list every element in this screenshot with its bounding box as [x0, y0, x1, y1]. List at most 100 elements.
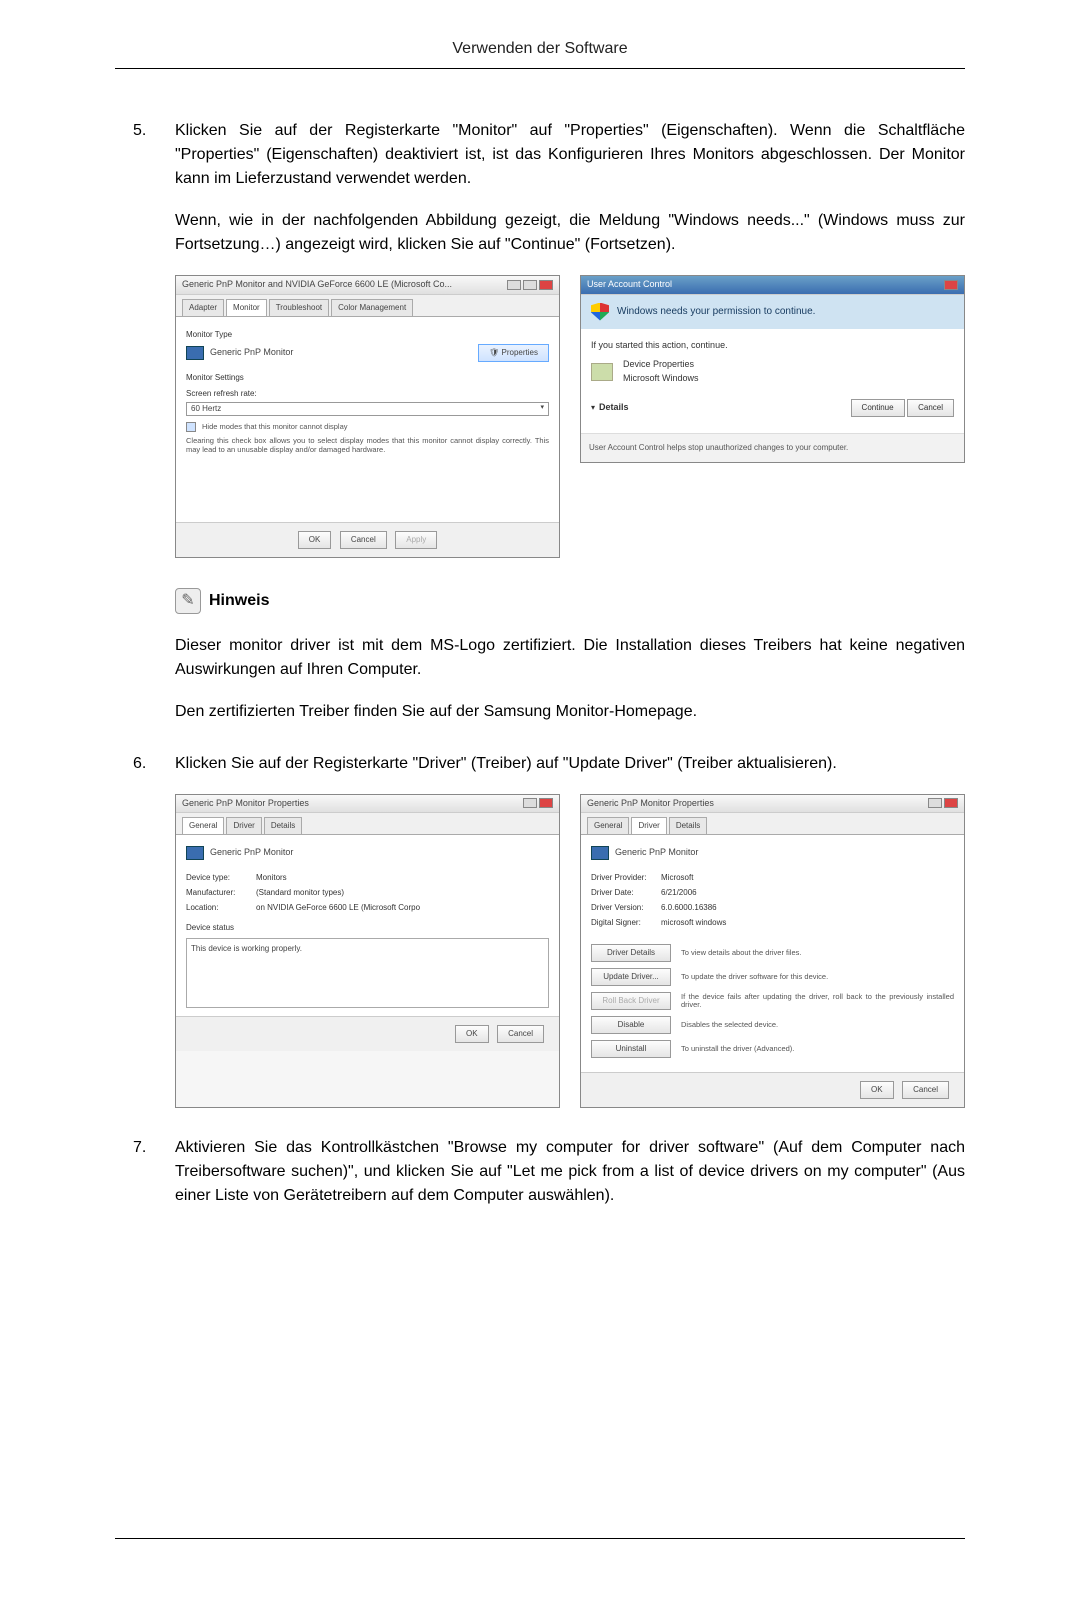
- page-header: Verwenden der Software: [115, 40, 965, 69]
- ok-button[interactable]: OK: [860, 1081, 894, 1099]
- step-5: 5. Klicken Sie auf der Registerkarte "Mo…: [175, 119, 965, 724]
- step-5-number: 5.: [133, 119, 146, 143]
- step-7-number: 7.: [133, 1136, 146, 1160]
- prop-driver-title: Generic PnP Monitor Properties: [587, 797, 714, 811]
- step-5-p1: Klicken Sie auf der Registerkarte "Monit…: [175, 119, 965, 191]
- device-name: Generic PnP Monitor: [210, 846, 293, 860]
- uninstall-button[interactable]: Uninstall: [591, 1040, 671, 1058]
- refresh-rate-select[interactable]: 60 Hertz▾: [186, 402, 549, 416]
- ok-button[interactable]: OK: [455, 1025, 489, 1043]
- ok-button[interactable]: OK: [298, 531, 332, 549]
- uac-footer: User Account Control helps stop unauthor…: [581, 433, 964, 462]
- chevron-down-icon[interactable]: ▾: [591, 402, 595, 414]
- close-icon[interactable]: [944, 798, 958, 808]
- tab-troubleshoot[interactable]: Troubleshoot: [269, 299, 329, 316]
- uac-title: User Account Control: [587, 278, 672, 292]
- close-icon[interactable]: [539, 798, 553, 808]
- properties-button[interactable]: 🛡 Properties: [478, 344, 549, 362]
- monitor-type-value: Generic PnP Monitor: [210, 346, 293, 360]
- tab-driver[interactable]: Driver: [631, 817, 666, 834]
- uac-program-name: Device Properties: [623, 358, 699, 372]
- note-icon: ✎: [175, 588, 201, 614]
- roll-back-driver-button[interactable]: Roll Back Driver: [591, 992, 671, 1010]
- disable-desc: Disables the selected device.: [681, 1021, 954, 1029]
- update-driver-button[interactable]: Update Driver...: [591, 968, 671, 986]
- location-value: on NVIDIA GeForce 6600 LE (Microsoft Cor…: [256, 902, 420, 914]
- uac-started-text: If you started this action, continue.: [591, 339, 954, 353]
- driver-date-label: Driver Date:: [591, 887, 661, 899]
- monitor-settings-label: Monitor Settings: [186, 372, 549, 384]
- driver-details-desc: To view details about the driver files.: [681, 949, 954, 957]
- uac-program-vendor: Microsoft Windows: [623, 372, 699, 386]
- hide-modes-label: Hide modes that this monitor cannot disp…: [202, 422, 348, 431]
- tab-monitor[interactable]: Monitor: [226, 299, 267, 316]
- chevron-down-icon: ▾: [540, 403, 544, 414]
- digital-signer-value: microsoft windows: [661, 917, 726, 929]
- device-status-box: This device is working properly.: [186, 938, 549, 1008]
- properties-general-dialog: Generic PnP Monitor Properties General D…: [175, 794, 560, 1109]
- step-7: 7. Aktivieren Sie das Kontrollkästchen "…: [175, 1136, 965, 1208]
- monitor-icon: [186, 846, 204, 860]
- help-icon[interactable]: [928, 798, 942, 808]
- monitor-icon: [591, 846, 609, 860]
- tab-details[interactable]: Details: [669, 817, 707, 834]
- tab-color-management[interactable]: Color Management: [331, 299, 413, 316]
- manufacturer-value: (Standard monitor types): [256, 887, 344, 899]
- hide-modes-desc: Clearing this check box allows you to se…: [186, 436, 549, 454]
- step-6: 6. Klicken Sie auf der Registerkarte "Dr…: [175, 752, 965, 1109]
- hide-modes-checkbox[interactable]: [186, 422, 196, 432]
- manufacturer-label: Manufacturer:: [186, 887, 256, 899]
- properties-driver-dialog: Generic PnP Monitor Properties General D…: [580, 794, 965, 1109]
- uninstall-desc: To uninstall the driver (Advanced).: [681, 1045, 954, 1053]
- location-label: Location:: [186, 902, 256, 914]
- driver-date-value: 6/21/2006: [661, 887, 697, 899]
- digital-signer-label: Digital Signer:: [591, 917, 661, 929]
- step-6-number: 6.: [133, 752, 146, 776]
- page-footer-rule: [115, 1538, 965, 1539]
- tab-details[interactable]: Details: [264, 817, 302, 834]
- shield-icon: [591, 303, 609, 321]
- driver-version-value: 6.0.6000.16386: [661, 902, 717, 914]
- monitor-dialog-title: Generic PnP Monitor and NVIDIA GeForce 6…: [182, 278, 452, 292]
- step-5-p2: Wenn, wie in der nachfolgenden Abbildung…: [175, 209, 965, 257]
- refresh-rate-label: Screen refresh rate:: [186, 388, 549, 400]
- cancel-button[interactable]: Cancel: [907, 399, 954, 417]
- update-driver-desc: To update the driver software for this d…: [681, 973, 954, 981]
- maximize-icon[interactable]: [523, 280, 537, 290]
- device-type-value: Monitors: [256, 872, 287, 884]
- note-p1: Dieser monitor driver ist mit dem MS-Log…: [175, 634, 965, 682]
- device-type-label: Device type:: [186, 872, 256, 884]
- note-label: Hinweis: [209, 589, 269, 613]
- uac-details-toggle[interactable]: Details: [599, 401, 629, 415]
- driver-version-label: Driver Version:: [591, 902, 661, 914]
- device-status-label: Device status: [186, 922, 549, 934]
- tab-general[interactable]: General: [587, 817, 629, 834]
- cancel-button[interactable]: Cancel: [497, 1025, 544, 1043]
- apply-button[interactable]: Apply: [395, 531, 437, 549]
- tab-adapter[interactable]: Adapter: [182, 299, 224, 316]
- close-icon[interactable]: [944, 280, 958, 290]
- driver-provider-label: Driver Provider:: [591, 872, 661, 884]
- device-name: Generic PnP Monitor: [615, 846, 698, 860]
- disable-button[interactable]: Disable: [591, 1016, 671, 1034]
- roll-back-driver-desc: If the device fails after updating the d…: [681, 993, 954, 1010]
- monitor-properties-dialog: Generic PnP Monitor and NVIDIA GeForce 6…: [175, 275, 560, 558]
- cancel-button[interactable]: Cancel: [340, 531, 387, 549]
- close-icon[interactable]: [539, 280, 553, 290]
- program-icon: [591, 363, 613, 381]
- continue-button[interactable]: Continue: [851, 399, 905, 417]
- tab-general[interactable]: General: [182, 817, 224, 834]
- step-7-p1: Aktivieren Sie das Kontrollkästchen "Bro…: [175, 1136, 965, 1208]
- minimize-icon[interactable]: [507, 280, 521, 290]
- monitor-type-label: Monitor Type: [186, 329, 549, 341]
- note-p2: Den zertifizierten Treiber finden Sie au…: [175, 700, 965, 724]
- help-icon[interactable]: [523, 798, 537, 808]
- tab-driver[interactable]: Driver: [226, 817, 261, 834]
- cancel-button[interactable]: Cancel: [902, 1081, 949, 1099]
- uac-dialog: User Account Control Windows needs your …: [580, 275, 965, 463]
- monitor-icon: [186, 346, 204, 360]
- uac-headline: Windows needs your permission to continu…: [617, 304, 815, 319]
- prop-general-title: Generic PnP Monitor Properties: [182, 797, 309, 811]
- driver-details-button[interactable]: Driver Details: [591, 944, 671, 962]
- step-6-p1: Klicken Sie auf der Registerkarte "Drive…: [175, 752, 965, 776]
